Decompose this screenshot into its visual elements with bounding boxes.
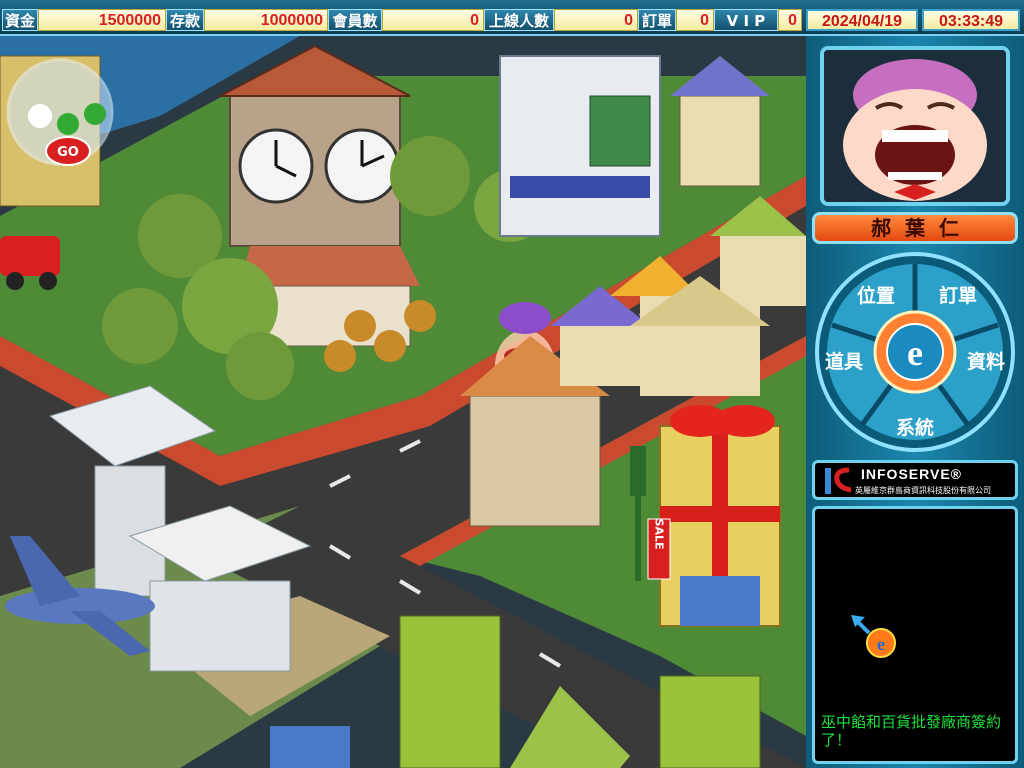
orders-label: 訂單: [638, 9, 676, 31]
gift-box-store[interactable]: [659, 405, 781, 627]
minimap[interactable]: e 巫中餡和百貨批發廠商簽約了！: [812, 506, 1018, 764]
menu-system-label: 系統: [896, 416, 934, 439]
sponsor-subtitle: 英屬維京群島商資訊科技股份有限公司: [855, 486, 991, 495]
members-label: 會員數: [328, 9, 382, 31]
menu-position-button[interactable]: 位置: [857, 284, 895, 307]
player-marker-label: e: [877, 634, 885, 654]
upline-label: 上線人數: [484, 9, 554, 31]
dice-icon-1: [28, 104, 52, 128]
dice-icon-2: [57, 113, 79, 135]
sponsor-logo: INFOSERVE® 英屬維京群島商資訊科技股份有限公司: [812, 460, 1018, 500]
members-value: 0: [382, 9, 484, 31]
sale-sign: SALE: [647, 518, 671, 580]
dice-icon-3: [84, 103, 106, 125]
vip-label: V I P: [714, 9, 778, 31]
menu-center-e-button[interactable]: e: [873, 310, 957, 394]
menu-orders-button[interactable]: 訂單: [939, 284, 977, 307]
menu-orders-label: 訂單: [939, 284, 977, 307]
player-avatar: [824, 50, 1006, 202]
deposit-value: 1000000: [204, 9, 328, 31]
infoserve-icon: [825, 467, 852, 494]
vip-value: 0: [778, 9, 802, 31]
minimap-canvas[interactable]: e: [815, 509, 1015, 709]
menu-items-button[interactable]: 道具: [825, 350, 863, 373]
side-panel: 郝葉仁 位置 訂單 資料 系統 道具 e INFOSERVE® 英屬維京群島商資…: [806, 36, 1024, 768]
e-logo-icon: e: [907, 333, 923, 373]
city-map[interactable]: SALE GO: [0, 36, 806, 768]
deposit-label: 存款: [166, 9, 204, 31]
menu-position-label: 位置: [857, 284, 895, 307]
time-display: 03:33:49: [922, 9, 1020, 31]
sale-sign-text: SALE: [653, 519, 666, 550]
event-message: 巫中餡和百貨批發廠商簽約了！: [821, 713, 1002, 749]
player-name: 郝葉仁: [812, 212, 1018, 244]
cash-value: 1500000: [38, 9, 166, 31]
status-bar: 資金 1500000 存款 1000000 會員數 0 上線人數 0 訂單 0 …: [0, 0, 1024, 36]
menu-system-button[interactable]: 系統: [896, 416, 934, 439]
date-display: 2024/04/19: [806, 9, 918, 31]
menu-items-label: 道具: [825, 350, 863, 373]
go-dice-button[interactable]: GO: [6, 58, 114, 166]
menu-data-label: 資料: [967, 350, 1005, 373]
player-portrait: [820, 46, 1010, 206]
orders-value: 0: [676, 9, 714, 31]
city-scene[interactable]: SALE GO: [0, 36, 806, 768]
electronics-store[interactable]: [499, 55, 661, 237]
upline-value: 0: [554, 9, 638, 31]
sponsor-logo-text: INFOSERVE®: [861, 466, 962, 482]
menu-data-button[interactable]: 資料: [967, 350, 1005, 373]
cash-label: 資金: [2, 9, 38, 31]
go-label: GO: [57, 145, 79, 160]
main-menu-wheel: 位置 訂單 資料 系統 道具 e: [808, 250, 1022, 454]
